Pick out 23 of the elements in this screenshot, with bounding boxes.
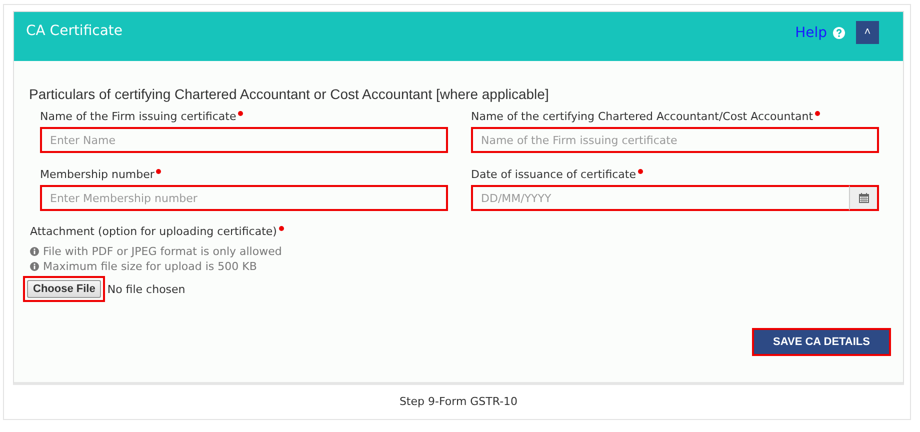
help-link[interactable]: Help <box>795 24 827 40</box>
caption: Step 9-Form GSTR-10 <box>398 395 519 408</box>
choose-file-button[interactable]: Choose File <box>27 280 102 298</box>
panel-title: CA Certificate <box>26 23 123 39</box>
text-field[interactable]: Enter Membership number <box>40 185 448 211</box>
attachment-label: Attachment (option for uploading certificate) <box>30 225 277 238</box>
info-icon <box>30 262 39 271</box>
field-label: Name of the Firm issuing certificate <box>40 110 236 123</box>
section-heading: Particulars of certifying Chartered Accountant or Cost Accountant [where applicable] <box>29 86 550 102</box>
note-text: File with PDF or JPEG format is only allowed <box>43 244 282 259</box>
text-field[interactable]: Name of the Firm issuing certificate <box>471 127 879 153</box>
field-label: Membership number <box>40 168 154 181</box>
info-icon <box>30 247 39 256</box>
collapse-button[interactable]: ˄ <box>856 21 879 44</box>
date-field[interactable]: DD/MM/YYYY <box>471 185 849 211</box>
calendar-icon <box>858 193 868 203</box>
calendar-button[interactable] <box>849 185 879 211</box>
field-label: Date of issuance of certificate <box>471 168 636 181</box>
note-text: Maximum file size for upload is 500 KB <box>43 259 257 274</box>
text-field[interactable]: Enter Name <box>40 127 448 153</box>
file-status: No file chosen <box>107 282 186 296</box>
field-label: Name of the certifying Chartered Accountant/Cost Accountant <box>471 110 814 123</box>
save-button[interactable]: SAVE CA DETAILS <box>752 328 891 356</box>
